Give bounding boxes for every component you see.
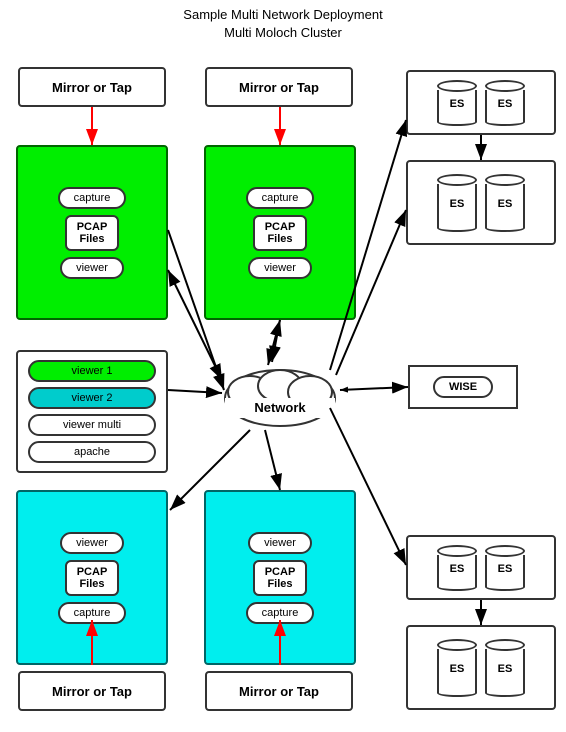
capture-label-green-center: capture: [246, 187, 315, 209]
cyl-bottom-4: [485, 224, 525, 232]
es-cylinder-3: ES: [437, 174, 477, 232]
es-group-top-right: ES ES: [406, 70, 556, 135]
viewer-label-green-center: viewer: [248, 257, 312, 279]
wise-label: WISE: [433, 376, 493, 398]
pcap-label-green-center: PCAPFiles: [253, 215, 308, 251]
capture-label-cyan-center: capture: [246, 602, 315, 624]
network-cloud: Network: [220, 360, 340, 430]
page-title: Sample Multi Network Deployment Multi Mo…: [0, 0, 566, 42]
apache-label: apache: [28, 441, 156, 463]
cyan-box-center: viewer PCAPFiles capture: [204, 490, 356, 665]
cyl-top-2: [485, 80, 525, 92]
es-cylinder-1: ES: [437, 80, 477, 126]
es-cylinder-6: ES: [485, 545, 525, 591]
cyl-top-4: [485, 174, 525, 186]
cyl-body-7: ES: [437, 649, 477, 691]
viewer1-label: viewer 1: [28, 360, 156, 382]
pcap-label-green-left: PCAPFiles: [65, 215, 120, 251]
green-box-center: capture PCAPFiles viewer: [204, 145, 356, 320]
es-cylinder-4: ES: [485, 174, 525, 232]
cyl-bottom-5: [437, 583, 477, 591]
cyl-top-6: [485, 545, 525, 557]
cyl-body-6: ES: [485, 555, 525, 585]
cyl-bottom-2: [485, 118, 525, 126]
es-group-bottom-right-top: ES ES: [406, 535, 556, 600]
pcap-label-cyan-left: PCAPFiles: [65, 560, 120, 596]
cyl-body-2: ES: [485, 90, 525, 120]
cyl-body-3: ES: [437, 184, 477, 226]
green-box-left: capture PCAPFiles viewer: [16, 145, 168, 320]
capture-label-green-left: capture: [58, 187, 127, 209]
viewer-label-cyan-center: viewer: [248, 532, 312, 554]
es-cylinder-5: ES: [437, 545, 477, 591]
cyl-body-8: ES: [485, 649, 525, 691]
viewers-box: viewer 1 viewer 2 viewer multi apache: [16, 350, 168, 473]
cyl-top: [437, 80, 477, 92]
mirror-top-left: Mirror or Tap: [18, 67, 166, 107]
cyl-bottom-3: [437, 224, 477, 232]
cyl-top-3: [437, 174, 477, 186]
capture-label-cyan-left: capture: [58, 602, 127, 624]
mirror-top-center: Mirror or Tap: [205, 67, 353, 107]
mirror-bottom-left: Mirror or Tap: [18, 671, 166, 711]
es-cylinder-2: ES: [485, 80, 525, 126]
viewer-label-cyan-left: viewer: [60, 532, 124, 554]
mirror-bottom-center: Mirror or Tap: [205, 671, 353, 711]
pcap-label-cyan-center: PCAPFiles: [253, 560, 308, 596]
viewer-multi-label: viewer multi: [28, 414, 156, 436]
es-group-bottom-right-bottom: ES ES: [406, 625, 556, 710]
cyl-bottom: [437, 118, 477, 126]
viewer2-label: viewer 2: [28, 387, 156, 409]
es-cylinder-8: ES: [485, 639, 525, 697]
cyl-top-5: [437, 545, 477, 557]
svg-text:Network: Network: [254, 400, 306, 415]
viewer-label-green-left: viewer: [60, 257, 124, 279]
es-cylinder-7: ES: [437, 639, 477, 697]
cyan-box-left: viewer PCAPFiles capture: [16, 490, 168, 665]
cyl-top-8: [485, 639, 525, 651]
cyl-body-5: ES: [437, 555, 477, 585]
cyl-top-7: [437, 639, 477, 651]
cyl-body: ES: [437, 90, 477, 120]
cyl-body-4: ES: [485, 184, 525, 226]
cyl-bottom-7: [437, 689, 477, 697]
cyl-bottom-8: [485, 689, 525, 697]
es-group-mid-right: ES ES: [406, 160, 556, 245]
cyl-bottom-6: [485, 583, 525, 591]
wise-box: WISE: [408, 365, 518, 409]
